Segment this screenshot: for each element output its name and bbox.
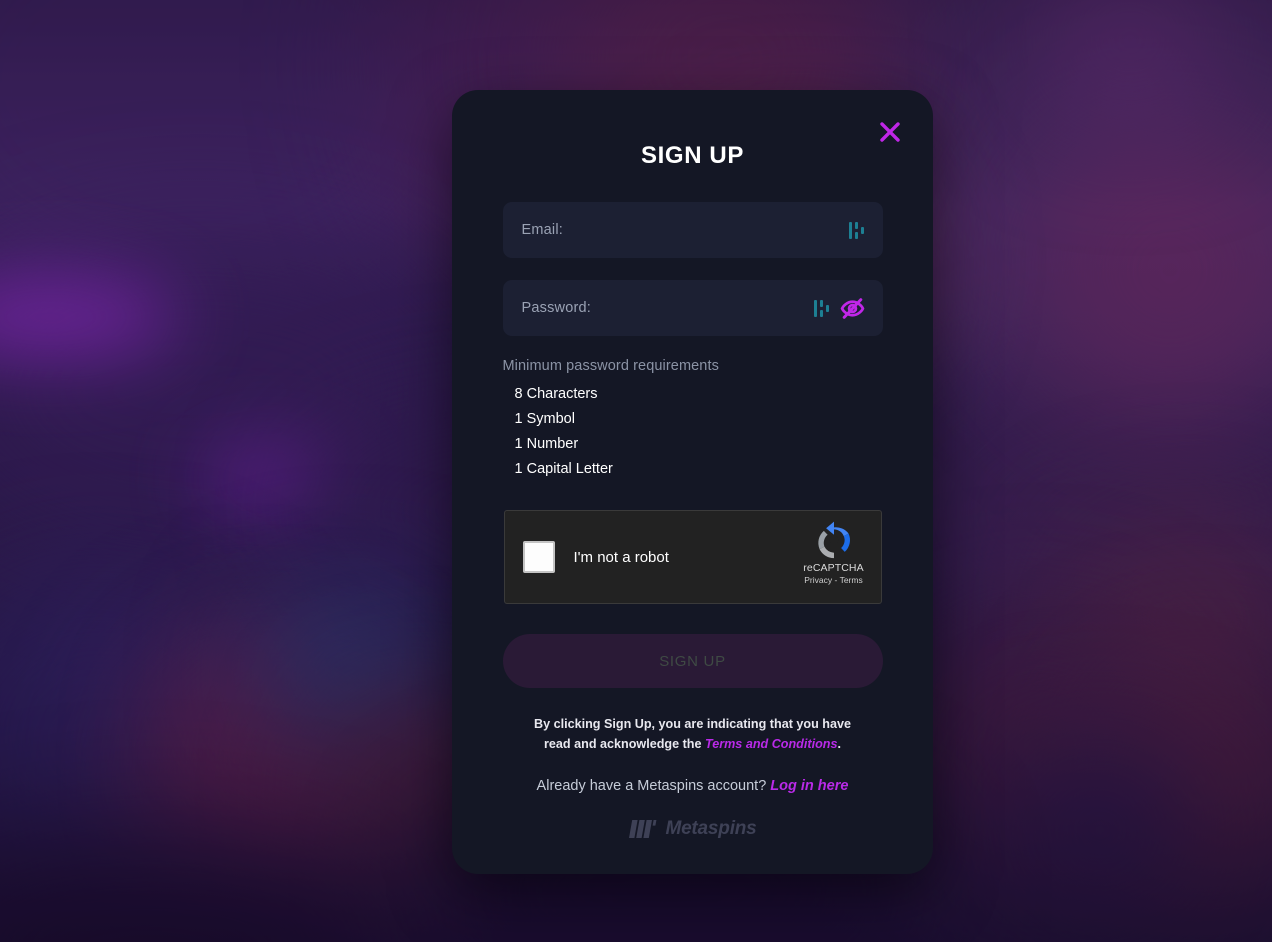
metaspins-logo: Metaspins (452, 818, 933, 840)
email-field[interactable]: Email: (502, 202, 883, 258)
password-label: Password: (521, 300, 591, 316)
recaptcha-widget[interactable]: I'm not a robot reCAPTCHA Privacy - Term… (503, 510, 882, 604)
email-field-icons (848, 202, 865, 258)
password-field[interactable]: Password: (502, 280, 883, 336)
recaptcha-separator: - (834, 575, 838, 585)
terms-disclaimer: By clicking Sign Up, you are indicating … (520, 714, 865, 754)
recaptcha-label: I'm not a robot (573, 548, 669, 566)
close-button[interactable] (875, 117, 905, 147)
page-title: SIGN UP (641, 142, 744, 169)
recaptcha-terms-link[interactable]: Terms (840, 575, 863, 585)
login-prompt-text: Already have a Metaspins account? (536, 778, 771, 794)
recaptcha-brand-name: reCAPTCHA (803, 562, 864, 574)
email-label: Email: (521, 222, 563, 238)
password-requirements-title: Minimum password requirements (502, 358, 719, 374)
recaptcha-checkbox[interactable] (522, 541, 555, 573)
recaptcha-legal-links: Privacy - Terms (795, 575, 873, 585)
password-field-icons (813, 280, 865, 336)
requirement-item: 8 Characters (514, 386, 598, 402)
login-link[interactable]: Log in here (770, 778, 848, 794)
terms-suffix: . (837, 737, 841, 751)
close-x-icon (880, 122, 900, 142)
terms-and-conditions-link[interactable]: Terms and Conditions (705, 737, 837, 751)
login-prompt: Already have a Metaspins account? Log in… (452, 778, 933, 794)
bars-indicator-icon (813, 299, 829, 317)
bars-indicator-icon (848, 221, 864, 239)
signup-modal: SIGN UP Email: Password: Minimum passwor… (452, 90, 933, 874)
password-requirements-list: 8 Characters 1 Symbol 1 Number 1 Capital… (503, 382, 883, 482)
eye-off-icon[interactable] (840, 296, 865, 321)
password-requirements: Minimum password requirements 8 Characte… (503, 358, 883, 482)
recaptcha-arrows-icon (817, 521, 850, 559)
recaptcha-privacy-link[interactable]: Privacy (804, 575, 832, 585)
requirement-item: 1 Number (514, 436, 579, 452)
signup-submit-button[interactable]: SIGN UP (502, 634, 883, 688)
recaptcha-branding: reCAPTCHA Privacy - Terms (795, 519, 873, 585)
requirement-item: 1 Capital Letter (514, 461, 613, 477)
metaspins-bars-logo-icon (629, 820, 657, 838)
requirement-item: 1 Symbol (514, 411, 575, 427)
metaspins-wordmark: Metaspins (665, 818, 757, 839)
